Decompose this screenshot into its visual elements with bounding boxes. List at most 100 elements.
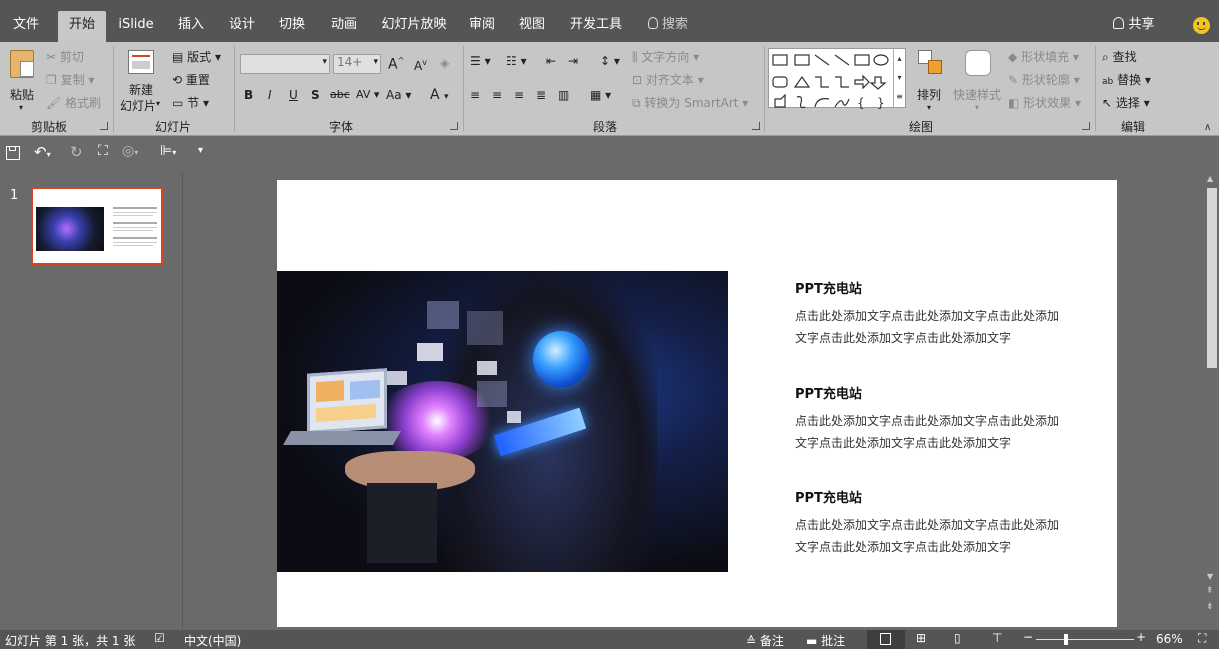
zoom-level[interactable]: 66% xyxy=(1156,632,1183,646)
reset-button[interactable]: ⟲ 重置 xyxy=(172,71,210,88)
tab-transitions[interactable]: 切换 xyxy=(270,11,314,42)
previous-slide-icon[interactable]: ⇞ xyxy=(1206,586,1214,596)
decrease-indent-button[interactable]: ⇤ xyxy=(546,54,556,68)
strikethrough-button[interactable]: abc xyxy=(330,88,350,101)
tab-review[interactable]: 审阅 xyxy=(460,11,504,42)
numbering-button[interactable]: ☷ ▾ xyxy=(506,54,527,68)
shapes-gallery[interactable]: {} ▴ ▾ ≡ xyxy=(768,48,906,110)
normal-view-button[interactable] xyxy=(867,630,905,649)
increase-indent-button[interactable]: ⇥ xyxy=(568,54,578,68)
tab-insert[interactable]: 插入 xyxy=(168,11,214,42)
font-size-dropdown[interactable]: 14+ ▾ xyxy=(333,54,381,74)
text-direction-button[interactable]: ⫼ 文字方向 ▾ xyxy=(632,48,699,65)
drawing-launcher-icon[interactable] xyxy=(1082,122,1090,130)
text-block-2[interactable]: PPT充电站 点击此处添加文字点击此处添加文字点击此处添加 文字点击此处添加文字… xyxy=(795,383,1095,454)
grow-font-button[interactable]: A^ xyxy=(388,56,404,73)
italic-button[interactable]: I xyxy=(268,88,272,102)
zoom-in-button[interactable]: + xyxy=(1136,630,1146,644)
section-button[interactable]: ▭ 节 ▾ xyxy=(172,94,209,111)
char-spacing-button[interactable]: AV ▾ xyxy=(356,88,379,101)
justify-button[interactable]: ≣ xyxy=(536,88,546,102)
scroll-up-arrow-icon[interactable]: ▲ xyxy=(1207,174,1213,183)
align-text-button[interactable]: ⊡ 对齐文本 ▾ xyxy=(632,71,704,88)
shapes-gallery-scroll[interactable]: ▴ ▾ ≡ xyxy=(893,49,905,107)
collapse-ribbon-icon[interactable]: ∧ xyxy=(1204,122,1211,133)
slide-image-hand-with-icons[interactable] xyxy=(277,271,728,572)
distribute-button[interactable]: ▥ xyxy=(558,88,569,102)
align-objects-icon[interactable]: ⊫▾ xyxy=(160,143,176,159)
quick-access-toolbar: ↶▾ ↻ ⛶ ◎▾ ⊫▾ ▾ xyxy=(0,137,1219,172)
align-right-button[interactable]: ≡ xyxy=(514,88,524,102)
share-button[interactable]: 共享 xyxy=(1108,11,1160,42)
thumbnail-image xyxy=(36,207,104,251)
select-button[interactable]: ↖ 选择 ▾ xyxy=(1102,94,1150,111)
text-block-1[interactable]: PPT充电站 点击此处添加文字点击此处添加文字点击此处添加 文字点击此处添加文字… xyxy=(795,278,1095,349)
tab-islide[interactable]: iSlide xyxy=(112,11,160,42)
shrink-font-button[interactable]: Av xyxy=(414,58,427,73)
bold-button[interactable]: B xyxy=(244,88,253,102)
columns-button[interactable]: ▦ ▾ xyxy=(590,88,611,102)
bullets-button[interactable]: ☰ ▾ xyxy=(470,54,491,68)
slide-canvas[interactable]: PPT充电站 点击此处添加文字点击此处添加文字点击此处添加 文字点击此处添加文字… xyxy=(277,180,1117,627)
find-button[interactable]: ⌕ 查找 xyxy=(1102,48,1137,65)
clipboard-icon xyxy=(10,50,34,78)
touch-mode-icon[interactable]: ◎▾ xyxy=(122,143,138,159)
tab-file[interactable]: 文件 xyxy=(0,11,52,42)
clipboard-launcher-icon[interactable] xyxy=(100,122,108,130)
clear-format-icon[interactable]: ◈ xyxy=(440,56,449,70)
zoom-out-button[interactable]: − xyxy=(1023,630,1033,644)
reading-view-icon[interactable]: ▯ xyxy=(954,631,961,645)
customize-qat-icon[interactable]: ▾ xyxy=(198,145,203,156)
copy-button[interactable]: ❐ 复制 ▾ xyxy=(46,71,94,88)
spell-check-icon[interactable]: ☑ xyxy=(154,631,165,645)
tab-design[interactable]: 设计 xyxy=(220,11,264,42)
slide-thumbnail-1[interactable] xyxy=(31,187,163,265)
slide-sorter-view-icon[interactable]: ⊞ xyxy=(916,631,926,645)
undo-icon[interactable]: ↶▾ xyxy=(34,143,51,161)
text-block-3[interactable]: PPT充电站 点击此处添加文字点击此处添加文字点击此处添加 文字点击此处添加文字… xyxy=(795,487,1095,558)
zoom-slider-track[interactable] xyxy=(1036,639,1134,640)
font-launcher-icon[interactable] xyxy=(450,122,458,130)
fit-to-window-icon[interactable]: ⛶ xyxy=(1198,631,1206,646)
shadow-button[interactable]: S xyxy=(311,88,320,102)
zoom-slider-thumb[interactable] xyxy=(1064,634,1068,645)
tab-home[interactable]: 开始 xyxy=(58,11,106,42)
new-slide-button[interactable]: 新建 幻灯片 ▾ xyxy=(120,48,162,114)
arrange-button[interactable]: 排列 ▾ xyxy=(915,48,947,114)
line-spacing-button[interactable]: ↕ ▾ xyxy=(600,54,620,68)
shape-fill-button[interactable]: ◆ 形状填充 ▾ xyxy=(1008,48,1079,65)
font-name-dropdown[interactable]: ▾ xyxy=(240,54,330,74)
start-from-beginning-icon[interactable]: ⛶ xyxy=(98,143,108,159)
scrollbar-thumb[interactable] xyxy=(1207,188,1217,368)
format-painter-button[interactable]: 🖌 格式刷 xyxy=(46,94,101,111)
paragraph-launcher-icon[interactable] xyxy=(752,122,760,130)
change-case-button[interactable]: Aa ▾ xyxy=(386,88,411,102)
redo-icon[interactable]: ↻ xyxy=(70,143,83,161)
tab-developer[interactable]: 开发工具 xyxy=(560,11,632,42)
next-slide-icon[interactable]: ⇟ xyxy=(1206,602,1214,612)
align-center-button[interactable]: ≡ xyxy=(492,88,502,102)
layout-button[interactable]: ▤ 版式 ▾ xyxy=(172,48,221,65)
smartart-button[interactable]: ⧉ 转换为 SmartArt ▾ xyxy=(632,94,748,111)
shape-outline-button[interactable]: ✎ 形状轮廓 ▾ xyxy=(1008,71,1080,88)
tab-slideshow[interactable]: 幻灯片放映 xyxy=(372,11,456,42)
tab-animations[interactable]: 动画 xyxy=(322,11,366,42)
replace-button[interactable]: ab 替换 ▾ xyxy=(1102,71,1151,88)
shape-effects-button[interactable]: ◧ 形状效果 ▾ xyxy=(1008,94,1081,111)
notes-button[interactable]: ≙ 备注 xyxy=(746,632,784,649)
comments-button[interactable]: ▬ 批注 xyxy=(806,632,845,649)
tab-view[interactable]: 视图 xyxy=(510,11,554,42)
language-status[interactable]: 中文(中国) xyxy=(184,632,241,649)
save-icon[interactable] xyxy=(6,146,20,160)
slideshow-view-icon[interactable]: ⊤ xyxy=(992,631,1002,645)
smiley-feedback-icon[interactable] xyxy=(1193,17,1210,34)
font-color-button[interactable]: A ▾ xyxy=(430,87,449,103)
tell-me-search[interactable]: 搜索 xyxy=(640,11,696,42)
cut-button[interactable]: ✂ 剪切 xyxy=(46,48,84,65)
scroll-down-arrow-icon[interactable]: ▼ xyxy=(1207,572,1213,581)
vertical-scrollbar[interactable]: ▲ ▼ ⇞ ⇟ xyxy=(1205,172,1219,630)
align-left-button[interactable]: ≡ xyxy=(470,88,480,102)
quick-styles-button[interactable]: 快速样式 ▾ xyxy=(951,48,1003,114)
underline-button[interactable]: U xyxy=(289,88,298,102)
paste-button[interactable]: 粘贴 ▾ xyxy=(8,48,38,112)
